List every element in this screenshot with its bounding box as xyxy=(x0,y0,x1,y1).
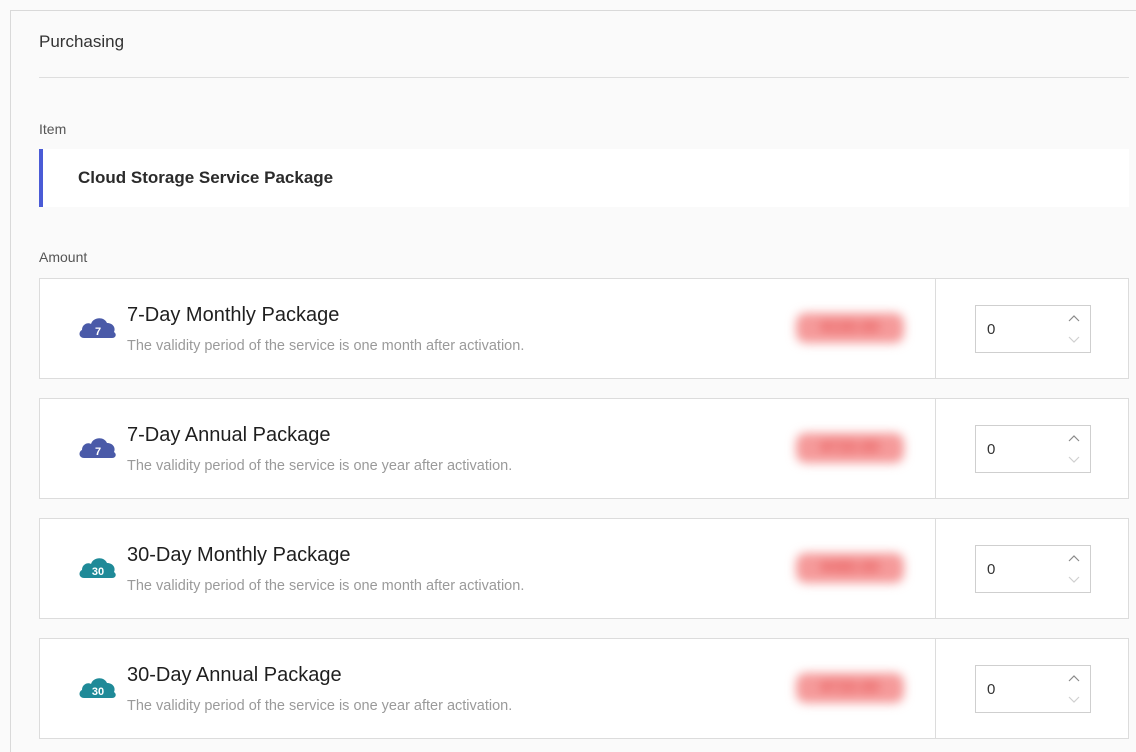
quantity-cell: 0 xyxy=(935,639,1130,738)
package-description: The validity period of the service is on… xyxy=(127,458,513,474)
package-description: The validity period of the service is on… xyxy=(127,578,525,594)
svg-text:30: 30 xyxy=(92,686,104,698)
item-display: Cloud Storage Service Package xyxy=(39,149,1129,207)
increment-button[interactable] xyxy=(1066,431,1082,445)
increment-button[interactable] xyxy=(1066,311,1082,325)
chevron-down-icon xyxy=(1068,696,1080,703)
svg-text:30: 30 xyxy=(92,566,104,578)
quantity-value[interactable]: 0 xyxy=(987,321,995,338)
quantity-value[interactable]: 0 xyxy=(987,681,995,698)
quantity-cell: 0 xyxy=(935,399,1130,498)
quantity-stepper[interactable]: 0 xyxy=(975,665,1091,713)
decrement-button[interactable] xyxy=(1066,573,1082,587)
quantity-cell: 0 xyxy=(935,279,1130,378)
package-name: 30-Day Monthly Package xyxy=(127,544,351,566)
cloud-30-icon: 30 xyxy=(79,558,116,578)
item-section-label: Item xyxy=(39,121,67,137)
svg-text:7: 7 xyxy=(95,326,101,338)
chevron-up-icon xyxy=(1068,675,1080,682)
chevron-up-icon xyxy=(1068,435,1080,442)
svg-text:7: 7 xyxy=(95,446,101,458)
title-divider xyxy=(39,77,1129,78)
chevron-down-icon xyxy=(1068,336,1080,343)
decrement-button[interactable] xyxy=(1066,333,1082,347)
cloud-7-icon: 7 xyxy=(79,318,116,338)
package-price: ¥480.00 xyxy=(796,553,904,583)
chevron-up-icon xyxy=(1068,315,1080,322)
package-description: The validity period of the service is on… xyxy=(127,698,513,714)
quantity-cell: 0 xyxy=(935,519,1130,618)
cloud-7-icon: 7 xyxy=(79,438,116,458)
quantity-stepper[interactable]: 0 xyxy=(975,545,1091,593)
chevron-down-icon xyxy=(1068,576,1080,583)
page-title: Purchasing xyxy=(39,32,125,51)
decrement-button[interactable] xyxy=(1066,693,1082,707)
item-name: Cloud Storage Service Package xyxy=(78,168,334,187)
package-name: 30-Day Annual Package xyxy=(127,664,342,686)
chevron-up-icon xyxy=(1068,555,1080,562)
package-name: 7-Day Annual Package xyxy=(127,424,331,446)
chevron-down-icon xyxy=(1068,456,1080,463)
package-price: ¥100.00 xyxy=(796,313,904,343)
quantity-value[interactable]: 0 xyxy=(987,561,995,578)
package-description: The validity period of the service is on… xyxy=(127,338,525,354)
quantity-value[interactable]: 0 xyxy=(987,441,995,458)
package-row: 7 7-Day Monthly Package The validity per… xyxy=(39,278,1129,379)
package-row: 7 7-Day Annual Package The validity peri… xyxy=(39,398,1129,499)
quantity-stepper[interactable]: 0 xyxy=(975,305,1091,353)
cloud-30-icon: 30 xyxy=(79,678,116,698)
purchasing-panel: Purchasing Item Cloud Storage Service Pa… xyxy=(10,10,1136,752)
increment-button[interactable] xyxy=(1066,671,1082,685)
package-price: ¥720.00 xyxy=(796,673,904,703)
package-name: 7-Day Monthly Package xyxy=(127,304,340,326)
quantity-stepper[interactable]: 0 xyxy=(975,425,1091,473)
amount-section-label: Amount xyxy=(39,249,88,265)
decrement-button[interactable] xyxy=(1066,453,1082,467)
package-price: ¥720.00 xyxy=(796,433,904,463)
package-row: 30 30-Day Monthly Package The validity p… xyxy=(39,518,1129,619)
increment-button[interactable] xyxy=(1066,551,1082,565)
package-row: 30 30-Day Annual Package The validity pe… xyxy=(39,638,1129,739)
